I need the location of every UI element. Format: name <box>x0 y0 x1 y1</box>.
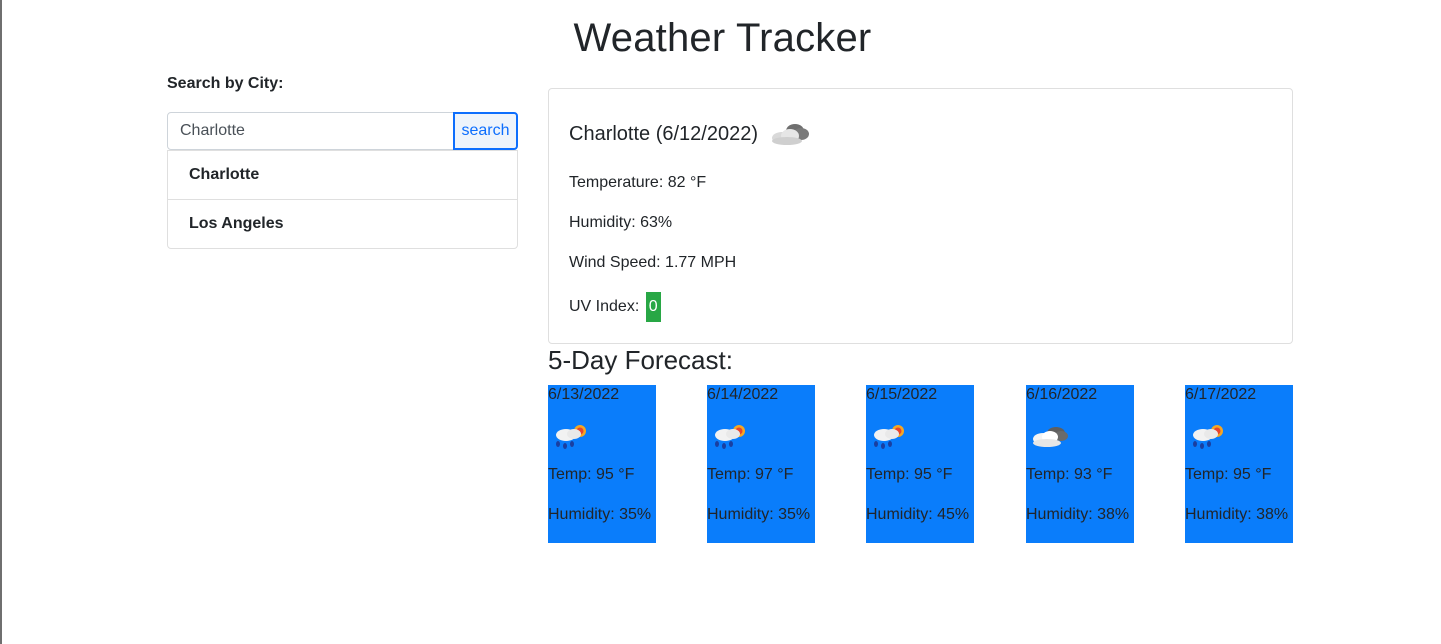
uv-index-badge: 0 <box>645 292 661 322</box>
forecast-date: 6/15/2022 <box>866 386 938 403</box>
rain-sun-icon <box>556 425 586 449</box>
city-search-input[interactable] <box>167 112 454 150</box>
history-item-los-angeles[interactable]: Los Angeles <box>168 199 517 248</box>
rain-sun-icon <box>715 425 745 449</box>
forecast-card: 6/13/2022 Temp: 95 °F Humidity: 35% <box>548 385 656 543</box>
search-label: Search by City: <box>167 75 284 92</box>
search-history-list: Charlotte Los Angeles <box>167 150 518 249</box>
current-city-date: Charlotte (6/12/2022) <box>569 122 759 145</box>
weather-tracker-page: Weather Tracker Search by City: search C… <box>0 0 1441 644</box>
forecast-humidity: Humidity: 35% <box>548 506 652 523</box>
page-title: Weather Tracker <box>573 16 872 60</box>
rain-sun-icon <box>1193 425 1223 449</box>
forecast-date: 6/13/2022 <box>548 386 620 403</box>
forecast-humidity: Humidity: 38% <box>1026 506 1130 523</box>
forecast-temp: Temp: 93 °F <box>1026 466 1113 483</box>
forecast-humidity: Humidity: 38% <box>1185 506 1289 523</box>
current-humidity: Humidity: 63% <box>569 214 673 231</box>
forecast-card: 6/16/2022 Temp: 93 °F Humidity: 38% <box>1026 385 1134 543</box>
forecast-humidity: Humidity: 45% <box>866 506 970 523</box>
forecast-card: 6/14/2022 Temp: 97 °F Humidity: 35% <box>707 385 815 543</box>
forecast-humidity: Humidity: 35% <box>707 506 811 523</box>
forecast-date: 6/16/2022 <box>1026 386 1098 403</box>
current-weather-heading: Charlotte (6/12/2022) <box>569 119 812 149</box>
uv-index-label: UV Index: <box>569 298 640 316</box>
forecast-date: 6/14/2022 <box>707 386 779 403</box>
clouds-icon <box>772 124 810 145</box>
forecast-temp: Temp: 97 °F <box>707 466 794 483</box>
forecast-card: 6/17/2022 Temp: 95 °F Humidity: 38% <box>1185 385 1293 543</box>
current-uv-index: UV Index: 0 <box>569 292 661 322</box>
clouds-icon <box>1033 427 1068 447</box>
forecast-heading: 5-Day Forecast: <box>548 345 733 375</box>
forecast-temp: Temp: 95 °F <box>866 466 953 483</box>
rain-sun-icon <box>874 425 904 449</box>
current-temperature: Temperature: 82 °F <box>569 174 707 191</box>
forecast-date: 6/17/2022 <box>1185 386 1257 403</box>
current-wind-speed: Wind Speed: 1.77 MPH <box>569 254 737 271</box>
forecast-card: 6/15/2022 Temp: 95 °F Humidity: 45% <box>866 385 974 543</box>
current-weather-card: Charlotte (6/12/2022) Temperature: 82 °F… <box>548 88 1293 344</box>
forecast-temp: Temp: 95 °F <box>1185 466 1272 483</box>
history-item-charlotte[interactable]: Charlotte <box>168 151 517 199</box>
forecast-temp: Temp: 95 °F <box>548 466 635 483</box>
search-button[interactable]: search <box>453 112 518 150</box>
